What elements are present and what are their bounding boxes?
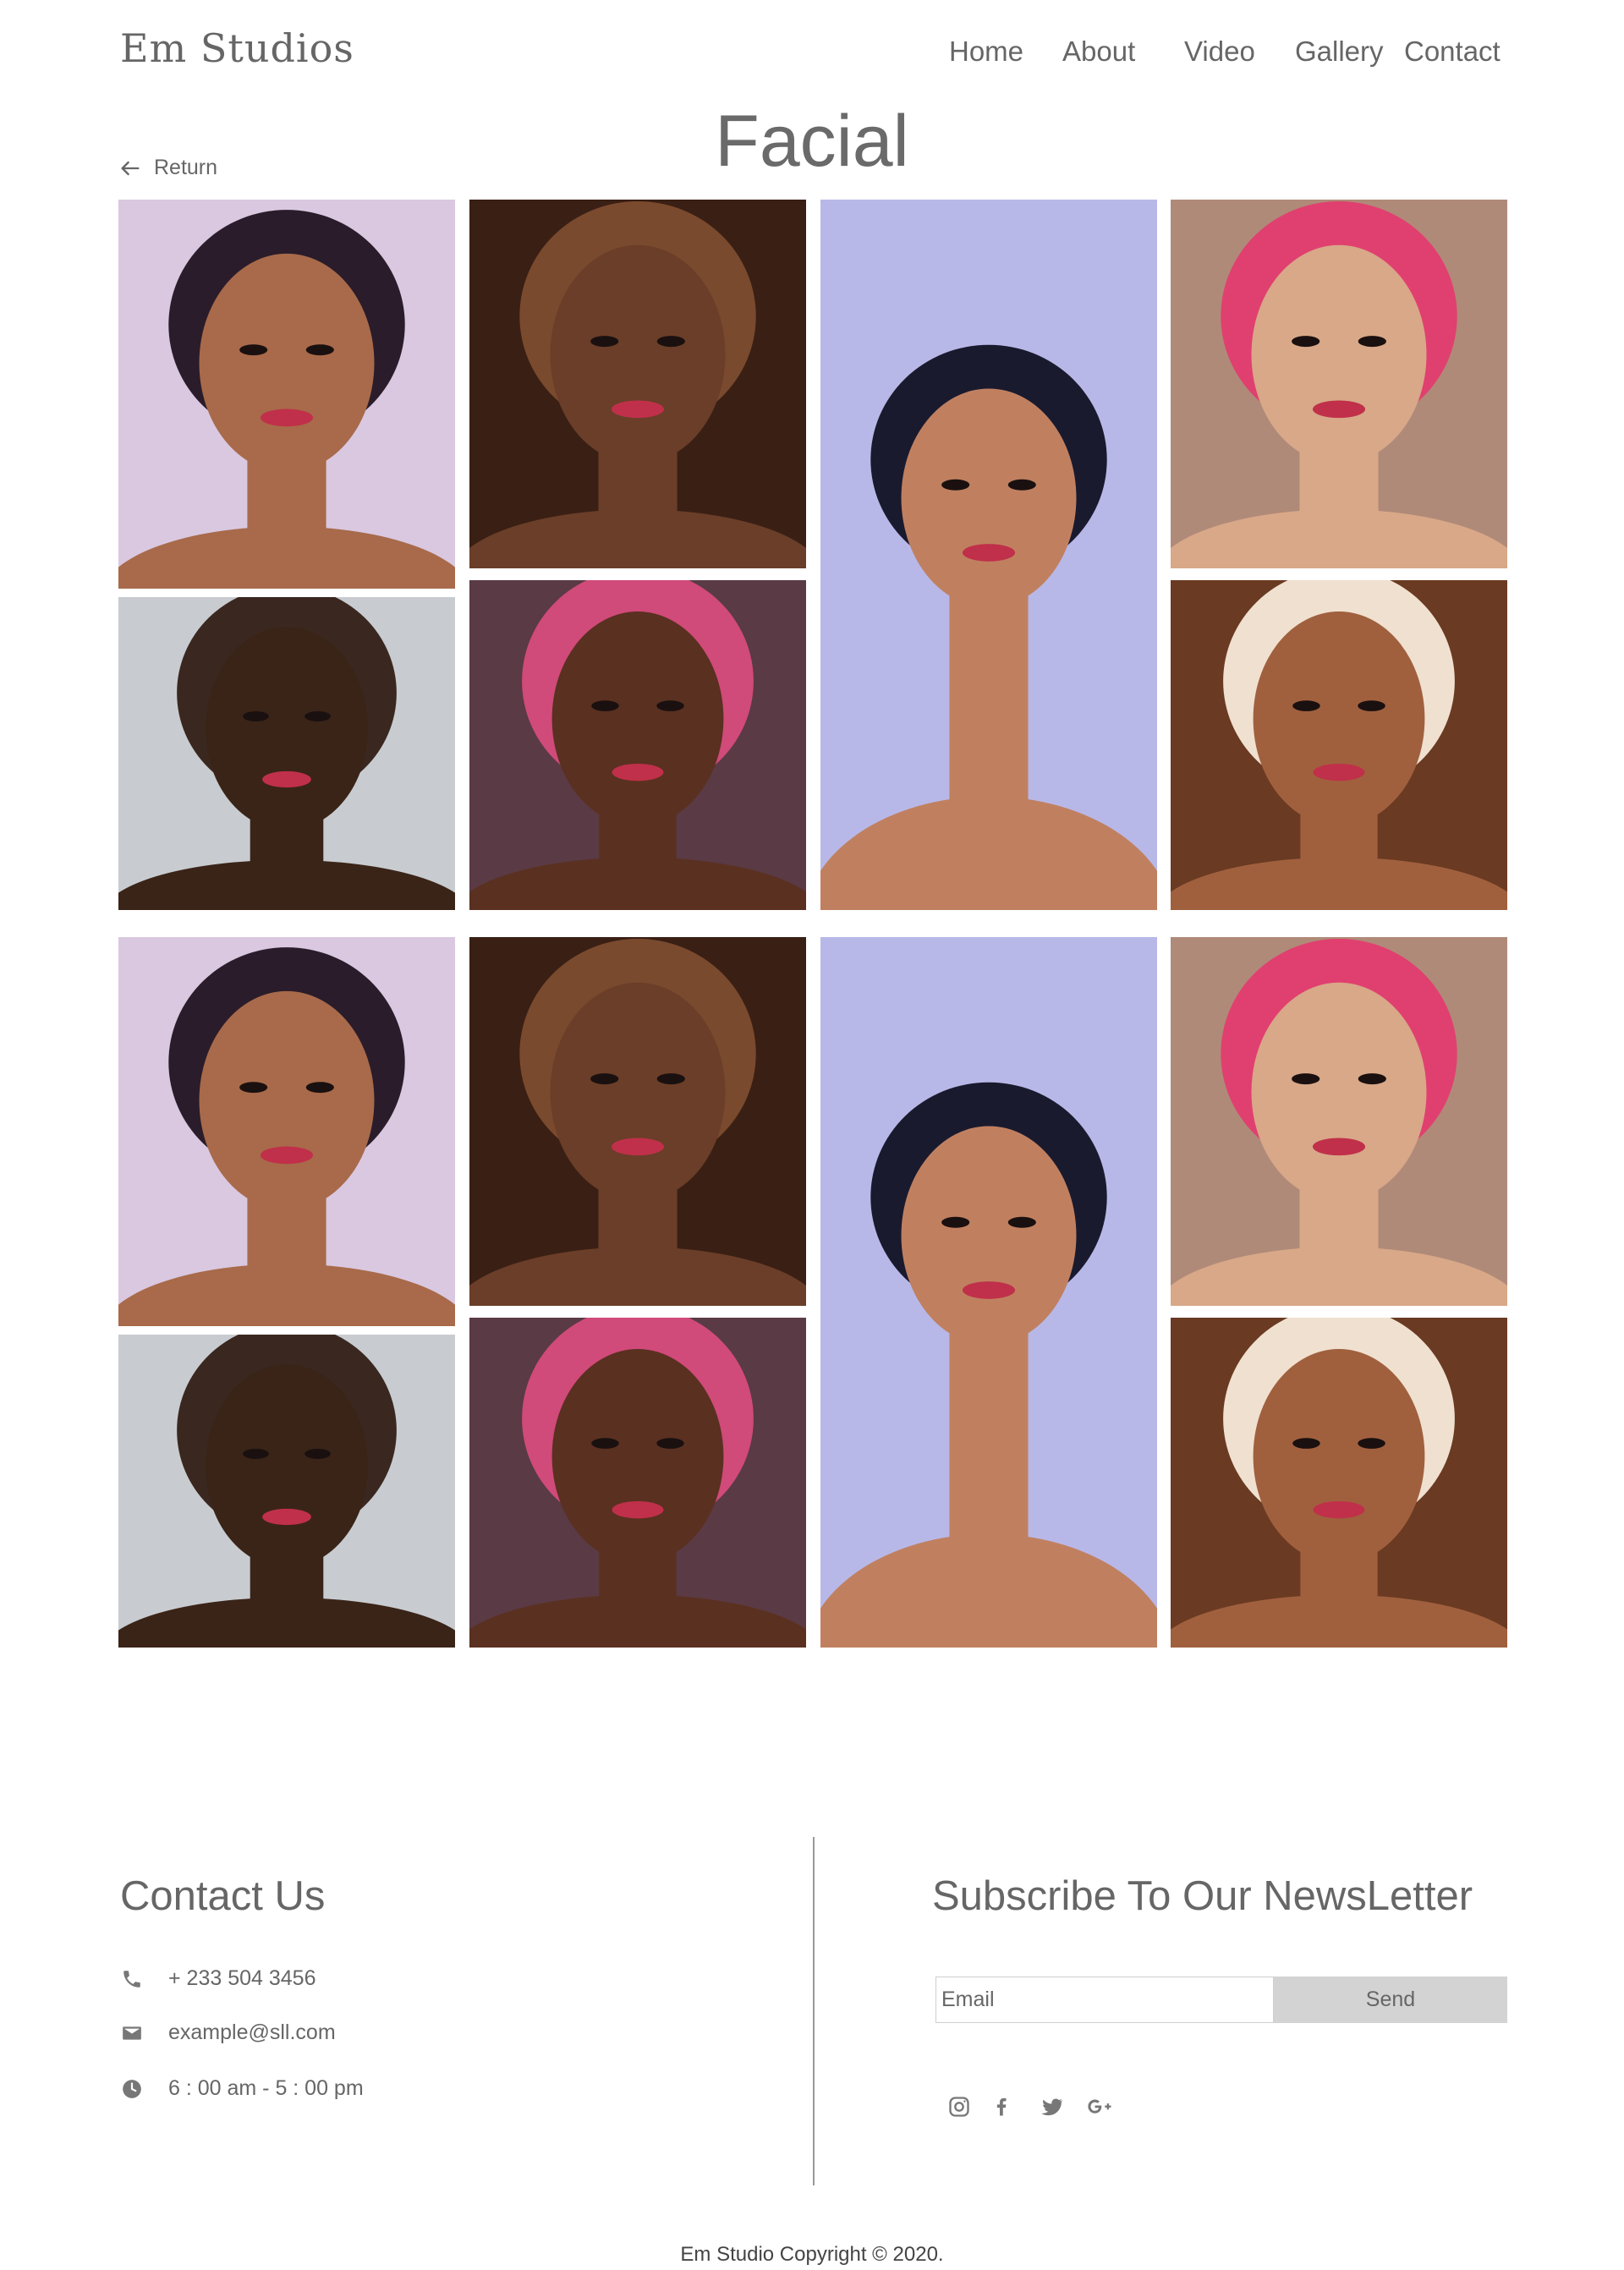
contact-title: Contact Us [120, 1873, 326, 1919]
phone-number: + 233 504 3456 [168, 1966, 316, 1990]
gallery-photo[interactable] [1171, 937, 1507, 1306]
nav-home[interactable]: Home [949, 36, 1023, 68]
gallery-photo[interactable] [469, 580, 806, 910]
gallery-photo[interactable] [1171, 580, 1507, 910]
return-link[interactable]: Return [118, 156, 217, 180]
nav-contact[interactable]: Contact [1404, 36, 1501, 68]
gallery-photo[interactable] [118, 597, 455, 910]
opening-hours: 6 : 00 am - 5 : 00 pm [168, 2076, 364, 2100]
copyright: Em Studio Copyright © 2020. [680, 2243, 944, 2266]
gallery-photo[interactable] [469, 1318, 806, 1648]
clock-icon [120, 2077, 144, 2101]
google-plus-icon[interactable] [1086, 2093, 1113, 2120]
contact-hours: 6 : 00 am - 5 : 00 pm [120, 2076, 364, 2101]
contact-phone: + 233 504 3456 [120, 1966, 315, 1991]
gallery-photo[interactable] [469, 937, 806, 1306]
facebook-icon[interactable] [988, 2093, 1015, 2120]
phone-icon [120, 1967, 144, 1991]
arrow-left-icon [121, 161, 140, 175]
gallery-photo[interactable] [118, 200, 455, 589]
twitter-icon[interactable] [1039, 2093, 1066, 2120]
gallery-photo[interactable] [469, 200, 806, 568]
mail-icon [120, 2021, 144, 2045]
nav-about[interactable]: About [1062, 36, 1135, 68]
gallery-photo[interactable] [1171, 1318, 1507, 1648]
gallery-photo[interactable] [1171, 200, 1507, 568]
nav-gallery[interactable]: Gallery [1295, 36, 1384, 68]
newsletter-title: Subscribe To Our NewsLetter [932, 1873, 1473, 1919]
footer-divider [813, 1837, 815, 2185]
logo[interactable]: Em Studios [120, 25, 354, 71]
email-address: example@sll.com [168, 2021, 336, 2044]
newsletter-email-input[interactable] [935, 1977, 1274, 2023]
gallery-photo[interactable] [118, 937, 455, 1326]
contact-email: example@sll.com [120, 2021, 336, 2045]
instagram-icon[interactable] [946, 2093, 973, 2120]
page-title: Facial [715, 101, 909, 182]
send-button[interactable]: Send [1274, 1977, 1507, 2023]
nav-video[interactable]: Video [1184, 36, 1255, 68]
gallery-photo[interactable] [820, 937, 1157, 1648]
return-label: Return [154, 156, 218, 179]
gallery-photo[interactable] [118, 1335, 455, 1648]
gallery-photo[interactable] [820, 200, 1157, 910]
